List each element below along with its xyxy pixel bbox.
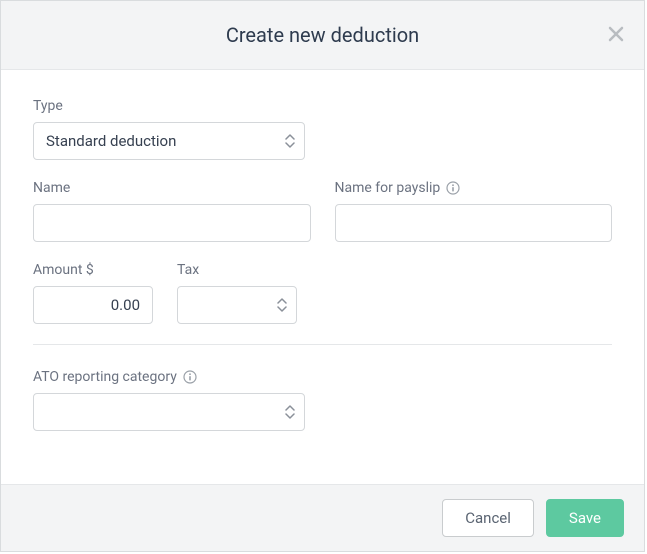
save-button[interactable]: Save xyxy=(546,499,624,537)
name-label: Name xyxy=(33,180,311,196)
cancel-button[interactable]: Cancel xyxy=(442,499,534,537)
modal-title: Create new deduction xyxy=(21,23,624,47)
info-icon[interactable] xyxy=(183,370,197,384)
type-select[interactable] xyxy=(33,122,305,160)
tax-field: Tax xyxy=(177,262,297,324)
name-field: Name xyxy=(33,180,311,242)
tax-select[interactable] xyxy=(177,286,297,324)
close-icon xyxy=(608,26,624,45)
amount-field: Amount $ xyxy=(33,262,153,324)
close-button[interactable] xyxy=(604,23,628,47)
modal-footer: Cancel Save xyxy=(1,484,644,551)
modal-header: Create new deduction xyxy=(1,1,644,70)
name-payslip-field: Name for payslip xyxy=(335,180,613,242)
amount-label: Amount $ xyxy=(33,262,153,278)
type-label: Type xyxy=(33,98,305,114)
amount-input[interactable] xyxy=(33,286,153,324)
divider xyxy=(33,344,612,345)
name-payslip-label: Name for payslip xyxy=(335,180,613,196)
tax-label: Tax xyxy=(177,262,297,278)
ato-select[interactable] xyxy=(33,393,305,431)
modal-body: Type Name Name for payslip xyxy=(1,70,644,484)
type-field: Type xyxy=(33,98,305,160)
info-icon[interactable] xyxy=(446,181,460,195)
ato-label: ATO reporting category xyxy=(33,369,305,385)
name-payslip-input[interactable] xyxy=(335,204,613,242)
ato-field: ATO reporting category xyxy=(33,369,305,431)
name-input[interactable] xyxy=(33,204,311,242)
create-deduction-modal: Create new deduction Type Nam xyxy=(0,0,645,552)
